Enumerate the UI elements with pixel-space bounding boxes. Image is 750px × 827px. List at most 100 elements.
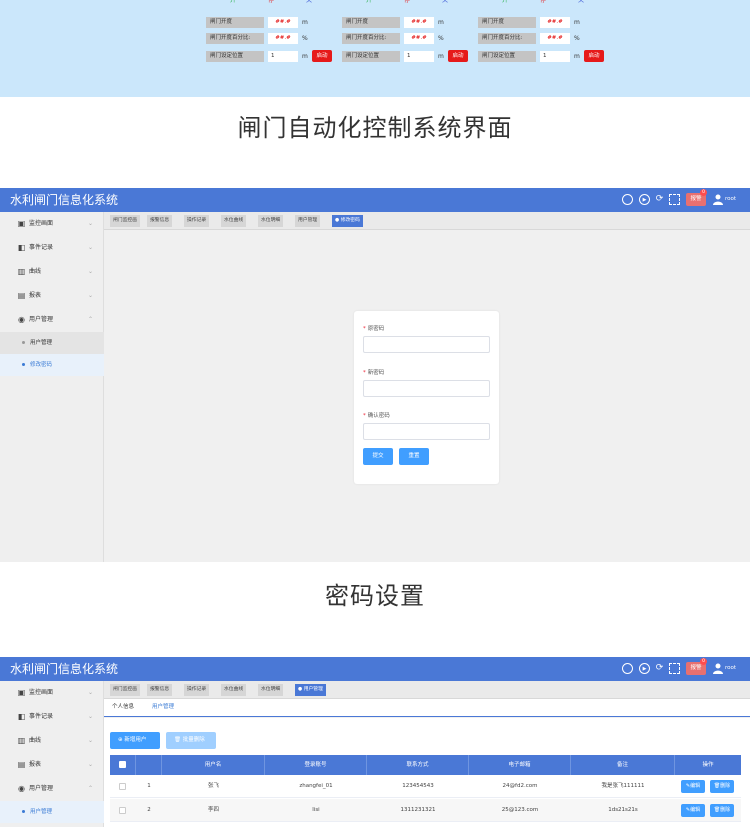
sidebar-item-report[interactable]: ▤ 报表 ⌄ [0, 284, 104, 308]
stop-button[interactable]: 停 [268, 0, 274, 6]
refresh-icon[interactable]: ⟳ [654, 663, 665, 674]
bullet-icon [22, 363, 25, 366]
cell-note: 1ds21s21s [608, 807, 638, 813]
gate-percent-value: ##.# [540, 33, 570, 44]
tab-user-manage[interactable]: ● 用户管理 [295, 684, 326, 696]
open-button[interactable]: 开 [502, 0, 508, 6]
tab-alarm-info[interactable]: 报警信息 [147, 684, 173, 696]
monitor-icon: ▣ [17, 688, 26, 697]
user-name[interactable]: root [725, 663, 736, 674]
sidebar-item-monitor[interactable]: ▣ 监控画面 ⌄ [0, 212, 104, 236]
play-icon[interactable]: ▶ [639, 194, 650, 205]
start-button[interactable]: 启动 [312, 50, 332, 62]
select-all-checkbox[interactable] [119, 761, 126, 768]
reset-button[interactable]: 重置 [399, 448, 429, 465]
tab-change-password[interactable]: ● 修改密码 [332, 215, 363, 227]
search-icon[interactable] [622, 194, 633, 205]
subtab-user-manage[interactable]: 用户管理 [152, 699, 174, 716]
confirm-password-input[interactable] [363, 423, 490, 440]
row-checkbox[interactable] [119, 807, 126, 814]
gate-setpos-input[interactable]: 1 [268, 51, 298, 62]
sidebar-item-events[interactable]: ◧ 事件记录 ⌄ [0, 705, 104, 729]
fullscreen-icon[interactable] [669, 663, 680, 674]
users-icon: ◉ [18, 315, 25, 324]
user-name[interactable]: root [725, 194, 736, 205]
sidebar-item-label: 报表 [29, 292, 42, 299]
tab-water-level-detail[interactable]: 水位明细 [258, 215, 284, 227]
tab-alarm-info[interactable]: 报警信息 [147, 215, 173, 227]
gate-setpos-label: 闸门设定位置 [206, 51, 264, 62]
tab-water-level-curve[interactable]: 水位曲线 [221, 215, 247, 227]
gate-opening-value: ##.# [268, 17, 298, 28]
tab-gate-monitor[interactable]: 闸门监控画 [110, 684, 140, 696]
gate-percent-row: 闸门开度百分比: ##.# % [478, 33, 618, 45]
play-icon[interactable]: ▶ [639, 663, 650, 674]
tab-operation-log[interactable]: 操作记录 [184, 684, 210, 696]
stop-button[interactable]: 停 [404, 0, 410, 6]
sidebar-item-monitor[interactable]: ▣ 监控画面 ⌄ [0, 681, 104, 705]
open-button[interactable]: 开 [230, 0, 236, 6]
sidebar-item-users[interactable]: ◉ 用户管理 ⌃ [0, 308, 104, 332]
gate-column-3: 开 停 关 闸门开度 ##.# m 闸门开度百分比: ##.# % 闸门设定位置… [478, 0, 618, 97]
open-button[interactable]: 开 [366, 0, 372, 6]
unit-label: m [438, 53, 444, 60]
sidebar-item-users[interactable]: ◉ 用户管理 ⌃ [0, 777, 104, 801]
sidebar-subitem-user-manage[interactable]: 用户管理 [0, 801, 104, 823]
batch-delete-label: 批量删除 [182, 737, 205, 743]
cell-username: 李四 [207, 807, 219, 813]
chevron-down-icon: ⌄ [88, 713, 94, 720]
stop-button[interactable]: 停 [540, 0, 546, 6]
subtab-personal-info[interactable]: 个人信息 [112, 699, 134, 716]
gate-setpos-input[interactable]: 1 [540, 51, 570, 62]
add-user-button[interactable]: ⊕ 新增用户 [110, 732, 160, 749]
search-icon[interactable] [622, 663, 633, 674]
new-password-input[interactable] [363, 380, 490, 397]
sidebar-item-label: 报表 [29, 761, 42, 768]
old-password-input[interactable] [363, 336, 490, 353]
sidebar-item-events[interactable]: ◧ 事件记录 ⌄ [0, 236, 104, 260]
submit-button[interactable]: 提交 [363, 448, 393, 465]
close-button[interactable]: 关 [442, 0, 448, 6]
gate-opening-row: 闸门开度 ##.# m [478, 17, 618, 29]
gate-setpos-row: 闸门设定位置 1 m 启动 [478, 50, 618, 63]
row-checkbox[interactable] [119, 783, 126, 790]
bullet-icon [22, 810, 25, 813]
user-icon[interactable] [713, 194, 723, 205]
tab-user-manage[interactable]: 用户管理 [295, 215, 321, 227]
add-user-label: 新增用户 [124, 737, 147, 743]
select-all-cell [110, 755, 136, 775]
gate-opening-row: 闸门开度 ##.# m [342, 17, 482, 29]
sidebar-subitem-change-password[interactable]: 修改密码 [0, 354, 104, 376]
user-icon[interactable] [713, 663, 723, 674]
cell-account: lisi [312, 807, 320, 813]
sidebar-item-label: 监控画面 [29, 220, 54, 227]
tab-operation-log[interactable]: 操作记录 [184, 215, 210, 227]
edit-label: 编辑 [690, 807, 701, 813]
cell-email: 25@123.com [501, 807, 539, 813]
gate-percent-label: 闸门开度百分比: [206, 33, 264, 44]
close-button[interactable]: 关 [578, 0, 584, 6]
close-button[interactable]: 关 [306, 0, 312, 6]
tab-water-level-curve[interactable]: 水位曲线 [221, 684, 247, 696]
chevron-up-icon: ⌃ [88, 785, 94, 792]
app-title: 水利闸门信息化系统 [10, 193, 119, 207]
sidebar-subitem-user-manage[interactable]: 用户管理 [0, 332, 104, 354]
start-button[interactable]: 启动 [448, 50, 468, 62]
sidebar-item-curve[interactable]: ▥ 曲线 ⌄ [0, 260, 104, 284]
delete-button[interactable]: 🗑删除 [710, 804, 734, 817]
sidebar-item-curve[interactable]: ▥ 曲线 ⌄ [0, 729, 104, 753]
gate-setpos-input[interactable]: 1 [404, 51, 434, 62]
batch-delete-button[interactable]: 🗑 批量删除 [166, 732, 216, 749]
edit-button[interactable]: ✎编辑 [681, 780, 705, 793]
edit-button[interactable]: ✎编辑 [681, 804, 705, 817]
tab-bar: 闸门监控画 报警信息 操作记录 水位曲线 水位明细 ● 用户管理 [104, 681, 750, 699]
tab-water-level-detail[interactable]: 水位明细 [258, 684, 284, 696]
event-icon: ◧ [17, 243, 26, 252]
tab-gate-monitor[interactable]: 闸门监控画 [110, 215, 140, 227]
fullscreen-icon[interactable] [669, 194, 680, 205]
gate-percent-row: 闸门开度百分比: ##.# % [342, 33, 482, 45]
start-button[interactable]: 启动 [584, 50, 604, 62]
refresh-icon[interactable]: ⟳ [654, 194, 665, 205]
delete-button[interactable]: 🗑删除 [710, 780, 734, 793]
sidebar-item-report[interactable]: ▤ 报表 ⌄ [0, 753, 104, 777]
